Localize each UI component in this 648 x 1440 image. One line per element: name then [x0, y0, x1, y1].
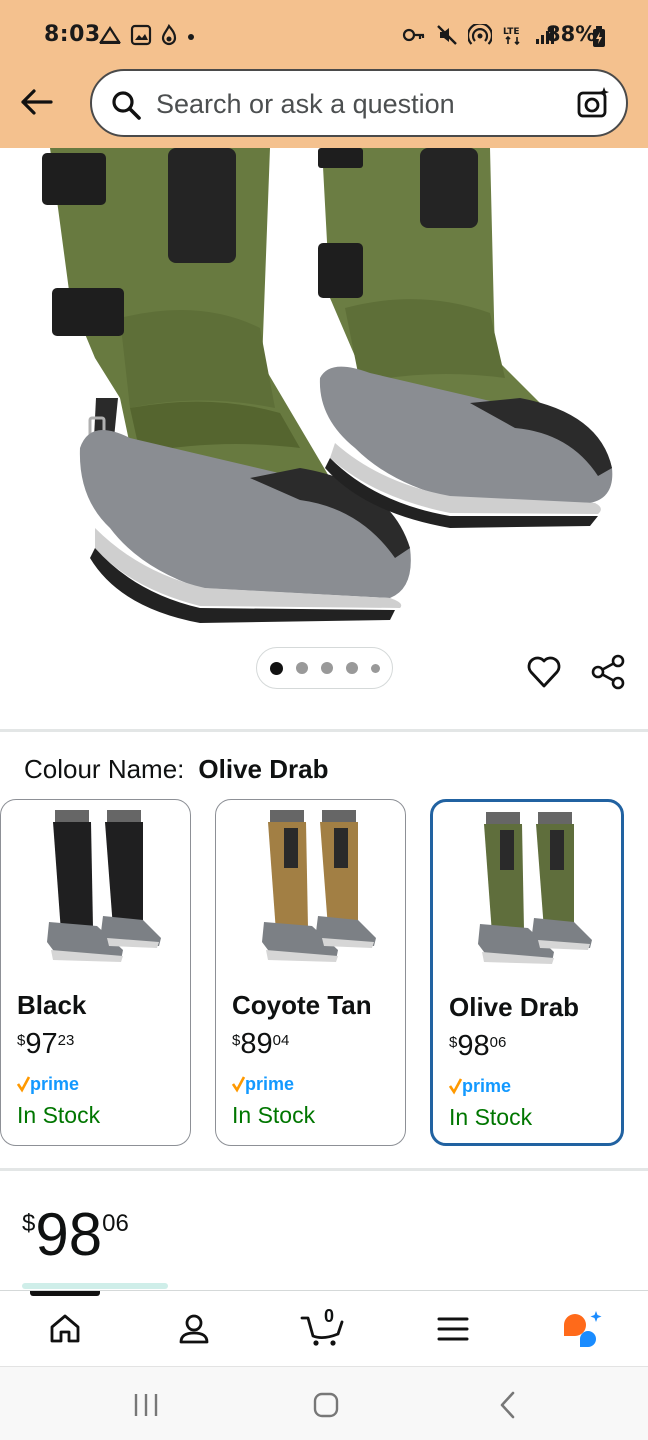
bottom-nav: [0, 1290, 648, 1366]
colour-option-coyote-tan[interactable]: Coyote Tan $8904 prime In Stock: [215, 799, 406, 1146]
svg-text:prime: prime: [245, 1074, 294, 1094]
svg-text:prime: prime: [30, 1074, 79, 1094]
back-arrow-icon: [21, 89, 53, 115]
app-header: 8:03 LTE 88%: [0, 0, 648, 148]
pager-dot[interactable]: [295, 662, 308, 674]
rufus-icon: [564, 1311, 602, 1347]
colour-option-olive-drab[interactable]: Olive Drab $9806 prime In Stock: [430, 799, 624, 1146]
selected-colour: Olive Drab: [198, 754, 329, 784]
pager-dot[interactable]: [269, 661, 283, 675]
nav-menu[interactable]: [408, 1291, 498, 1367]
android-home-icon: [313, 1392, 339, 1418]
nav-rufus[interactable]: [537, 1291, 627, 1367]
heart-icon[interactable]: [526, 654, 562, 690]
battery-percent: 88%: [546, 22, 597, 46]
camera-search-icon[interactable]: [576, 86, 610, 120]
pager-dot[interactable]: [370, 663, 380, 673]
hotspot-icon: [468, 24, 492, 45]
image-pager[interactable]: [256, 647, 393, 689]
stock-status: In Stock: [449, 1104, 533, 1130]
colour-option-price: $9806: [449, 1030, 507, 1062]
prime-check-icon: prime: [448, 1076, 511, 1096]
search-bar[interactable]: [90, 69, 628, 137]
dot-icon: [188, 34, 194, 40]
account-icon: [179, 1314, 209, 1344]
back-button[interactable]: [16, 82, 56, 122]
recents-icon: [134, 1394, 158, 1416]
system-nav-bar: [0, 1366, 648, 1440]
svg-text:prime: prime: [462, 1076, 511, 1096]
colour-option-name: Olive Drab: [449, 992, 580, 1022]
colour-option-name: Coyote Tan: [232, 990, 372, 1020]
deal-indicator: [22, 1283, 168, 1289]
gallery-icon: [130, 24, 152, 46]
home-button[interactable]: [296, 1385, 356, 1425]
prime-badge: prime: [448, 1076, 517, 1103]
fire-icon: [161, 24, 177, 46]
svg-text:LTE: LTE: [503, 27, 520, 37]
product-page: 8:03 LTE 88% Search or ask a question Co…: [0, 0, 648, 1440]
prime-check-icon: prime: [231, 1074, 294, 1094]
status-time: 8:03: [44, 22, 101, 47]
colour-option-price: $9723: [17, 1028, 75, 1060]
home-icon: [50, 1314, 80, 1343]
menu-icon: [437, 1317, 469, 1341]
android-back-icon: [500, 1391, 515, 1419]
colour-option-name: Black: [17, 990, 87, 1020]
prime-check-icon: prime: [16, 1074, 79, 1094]
pager-dot[interactable]: [320, 662, 333, 674]
search-icon: [112, 91, 141, 120]
system-back-button[interactable]: [478, 1385, 538, 1425]
battery-icon: [593, 26, 605, 47]
colour-option-black[interactable]: Black $9723 prime In Stock: [0, 799, 191, 1146]
cart-count-badge: 0: [324, 1306, 335, 1326]
search-input[interactable]: [156, 85, 556, 123]
nav-home[interactable]: [20, 1291, 110, 1367]
share-icon[interactable]: [590, 654, 626, 690]
colour-label: Colour Name:: [24, 754, 185, 784]
product-price: $9806: [22, 1201, 129, 1268]
notification-icon: [98, 25, 122, 44]
recents-button[interactable]: [116, 1385, 176, 1425]
prime-badge: prime: [231, 1074, 300, 1101]
status-bar: 8:03 LTE 88%: [0, 0, 648, 72]
gaiters-illustration: [42, 148, 613, 623]
product-image[interactable]: [0, 148, 648, 623]
mute-icon: [437, 25, 457, 45]
section-divider: [0, 729, 648, 732]
colour-option-price: $8904: [232, 1028, 290, 1060]
nav-cart[interactable]: [278, 1291, 368, 1367]
pager-dot[interactable]: [345, 662, 358, 674]
stock-status: In Stock: [232, 1102, 316, 1128]
cart-icon: [300, 1316, 344, 1346]
section-divider: [0, 1168, 648, 1171]
tan-gaiters-thumbnail: [261, 810, 376, 962]
stock-status: In Stock: [17, 1102, 101, 1128]
black-gaiters-thumbnail: [46, 810, 161, 962]
lte-icon: LTE: [503, 27, 520, 46]
prime-badge: prime: [16, 1074, 85, 1101]
olive-gaiters-thumbnail: [478, 812, 592, 964]
key-icon: [402, 28, 425, 42]
nav-account[interactable]: [149, 1291, 239, 1367]
colour-selector-label: Colour Name: Olive Drab: [24, 754, 328, 785]
